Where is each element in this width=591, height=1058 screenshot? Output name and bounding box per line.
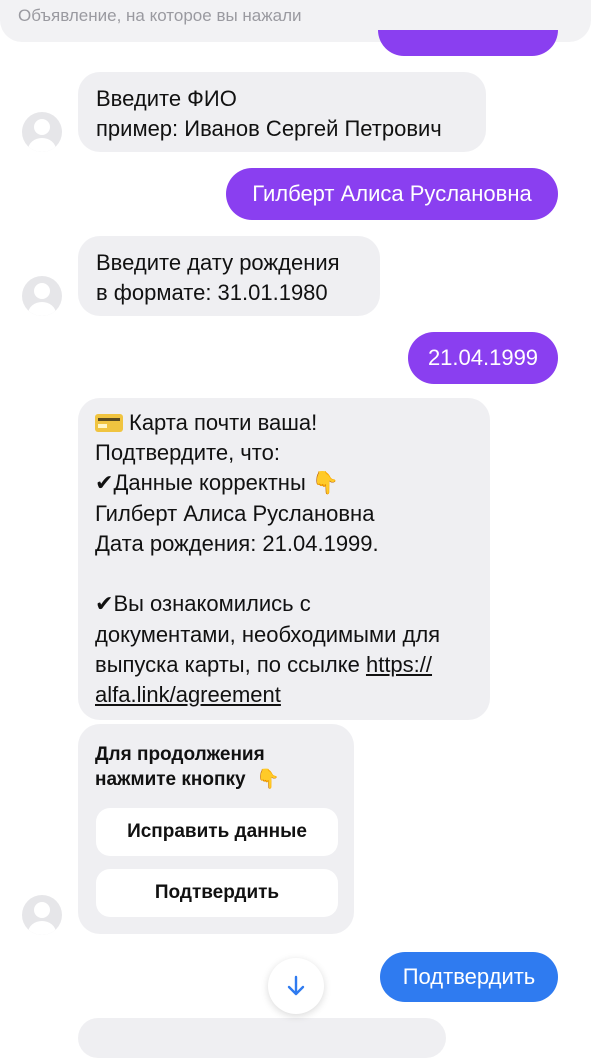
message-text: Вы ознакомились с — [113, 591, 311, 616]
message-line: выпуска карты, по ссылке https:// — [95, 650, 473, 680]
user-avatar-icon — [28, 902, 56, 935]
message-line: Введите ФИО — [96, 86, 237, 111]
checkmark-icon: ✔ — [95, 592, 114, 617]
point-down-icon: 👇 — [311, 471, 340, 496]
scroll-down-button[interactable] — [268, 958, 324, 1014]
confirm-button[interactable]: Подтвердить — [96, 869, 338, 917]
user-message-confirm: Подтвердить — [380, 952, 558, 1002]
bot-avatar — [22, 112, 62, 152]
message-line: в формате: 31.01.1980 — [96, 280, 328, 305]
message-line: пример: Иванов Сергей Петрович — [96, 116, 442, 141]
next-message-bubble — [78, 1018, 446, 1058]
arrow-down-icon — [287, 975, 305, 996]
credit-card-icon — [95, 414, 123, 432]
agreement-link-part1[interactable]: https:// — [366, 652, 432, 677]
message-text: 21.04.1999 — [427, 345, 539, 370]
user-avatar-icon — [28, 283, 56, 316]
message-text: Карта почти ваша! — [129, 410, 318, 435]
message-line: Гилберт Алиса Руслановна — [95, 501, 375, 526]
bot-message-fio: Введите ФИО пример: Иванов Сергей Петров… — [78, 72, 486, 152]
bot-avatar — [22, 276, 62, 316]
message-text: Гилберт Алиса Руслановна — [252, 181, 532, 206]
message-text: Подтвердить — [402, 964, 536, 989]
message-line: Карта почти ваша! — [95, 408, 473, 438]
user-message-birthdate: 21.04.1999 — [408, 332, 558, 384]
checkmark-icon: ✔ — [95, 471, 114, 496]
user-message-name: Гилберт Алиса Руслановна — [226, 168, 558, 220]
point-down-icon: 👇 — [256, 768, 280, 790]
previous-outgoing-bubble — [378, 30, 558, 56]
message-line: ✔Вы ознакомились с — [95, 589, 473, 620]
bot-button-panel: Для продолжения нажмите кнопку 👇 Исправи… — [78, 724, 354, 934]
panel-title: нажмите кнопку 👇 — [95, 767, 337, 792]
message-line: Введите дату рождения — [96, 250, 340, 275]
message-line: Подтвердите, что: — [95, 440, 280, 465]
message-text: выпуска карты, по ссылке — [95, 652, 366, 677]
bot-message-birthdate: Введите дату рождения в формате: 31.01.1… — [78, 236, 380, 316]
panel-title: Для продолжения — [95, 744, 265, 765]
ad-banner-text: Объявление, на которое вы нажали — [18, 6, 302, 25]
bot-message-confirm: Карта почти ваша! Подтвердите, что: ✔Дан… — [78, 398, 490, 720]
bot-avatar — [22, 895, 62, 935]
user-avatar-icon — [28, 119, 56, 152]
agreement-link-part2[interactable]: alfa.link/agreement — [95, 680, 473, 710]
edit-data-button[interactable]: Исправить данные — [96, 808, 338, 856]
message-line: документами, необходимыми для — [95, 622, 441, 647]
message-line: ✔Данные корректны 👇 — [95, 468, 473, 499]
panel-title-text: нажмите кнопку — [95, 769, 246, 790]
message-text: Данные корректны — [113, 470, 306, 495]
message-line: Дата рождения: 21.04.1999. — [95, 531, 379, 556]
